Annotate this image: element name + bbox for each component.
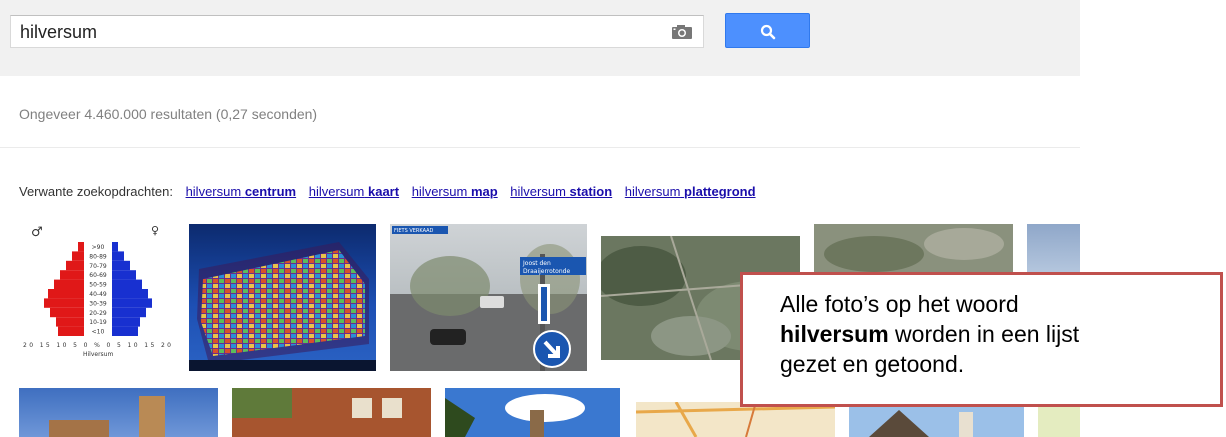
pyramid-age-label: 70-79 (89, 263, 107, 270)
svg-text:Draaijerrotonde: Draaijerrotonde (523, 268, 570, 275)
svg-text:20 15 10 5 0 % 0 5 10 15 20: 20 15 10 5 0 % 0 5 10 15 20 (23, 342, 171, 349)
image-map-partial[interactable] (1038, 402, 1080, 437)
pyramid-bar-female (112, 317, 140, 327)
pyramid-bar-male (48, 289, 84, 299)
pyramid-bar-male (50, 307, 84, 318)
camera-icon[interactable] (671, 24, 693, 40)
search-icon (760, 24, 776, 40)
pyramid-age-label: 40-49 (89, 291, 107, 298)
pyramid-bar-female (112, 242, 118, 252)
pyramid-bar-female (112, 251, 124, 261)
pyramid-age-label: 50-59 (89, 282, 107, 289)
svg-text:FIETS VERKAAD: FIETS VERKAAD (394, 228, 434, 234)
pyramid-bar-male (58, 326, 84, 336)
callout-line3: gezet en getoond. (780, 351, 965, 377)
svg-text:♀: ♀ (151, 224, 159, 237)
pyramid-age-label: 80-89 (89, 253, 107, 260)
related-link-centrum[interactable]: hilversum centrum (186, 184, 297, 199)
svg-text:Hilversum: Hilversum (83, 351, 113, 358)
pyramid-age-label: <10 (92, 329, 105, 336)
search-button[interactable] (725, 13, 810, 48)
image-sky-partial[interactable] (1027, 224, 1080, 274)
pyramid-bar-female (112, 298, 152, 308)
image-brick-building[interactable] (232, 388, 431, 437)
pyramid-bar-female (112, 289, 148, 299)
callout-line1: Alle foto’s op het woord (780, 291, 1019, 317)
pyramid-bar-male (72, 251, 84, 261)
svg-text:Joost den: Joost den (522, 260, 551, 267)
callout-keyword: hilversum (780, 321, 889, 347)
pyramid-bar-female (112, 307, 146, 318)
image-aerial-city[interactable] (814, 224, 1013, 274)
pyramid-age-label: 20-29 (89, 310, 107, 317)
image-population-pyramid[interactable]: ♂ ♀ >90 80-89 70-79 60-69 50-59 40-49 30-39 20-… (19, 222, 177, 370)
search-bar: hilversum (0, 0, 1080, 76)
pyramid-bar-female (112, 326, 138, 336)
callout-box: Alle foto’s op het woord hilversum worde… (740, 272, 1223, 407)
pyramid-bar-female (112, 270, 136, 280)
image-roundabout-sign[interactable]: Joost den Draaijerrotonde FIETS VERKAAD (390, 224, 587, 371)
related-link-station[interactable]: hilversum station (510, 184, 612, 199)
pyramid-bar-male (56, 317, 84, 327)
pyramid-bar-male (66, 260, 84, 271)
search-input[interactable]: hilversum (10, 15, 704, 48)
pyramid-age-label: 10-19 (89, 319, 107, 326)
callout-line2: hilversum worden in een lijst (780, 321, 1080, 347)
pyramid-bar-female (112, 279, 142, 289)
pyramid-bar-female (112, 260, 130, 271)
pyramid-age-label: >90 (92, 244, 105, 251)
pyramid-age-label: 60-69 (89, 272, 107, 279)
image-tower-clouds[interactable] (445, 388, 620, 437)
pyramid-bar-male (44, 298, 84, 308)
image-villa[interactable] (849, 402, 1024, 437)
pyramid-bar-male (78, 242, 84, 252)
image-street-map[interactable] (636, 402, 835, 437)
related-link-plattegrond[interactable]: hilversum plattegrond (625, 184, 756, 199)
result-stats: Ongeveer 4.460.000 resultaten (0,27 seco… (19, 106, 318, 122)
related-label: Verwante zoekopdrachten: (19, 184, 173, 199)
image-tower-1[interactable] (19, 388, 218, 437)
pyramid-bar-male (54, 279, 84, 289)
svg-text:♂: ♂ (31, 225, 43, 240)
related-searches: Verwante zoekopdrachten: hilversum centr… (19, 184, 756, 199)
pyramid-bar-male (60, 270, 84, 280)
search-query: hilversum (20, 22, 98, 42)
divider (0, 147, 1080, 148)
related-link-map[interactable]: hilversum map (412, 184, 498, 199)
related-link-kaart[interactable]: hilversum kaart (309, 184, 399, 199)
pyramid-age-label: 30-39 (89, 300, 107, 307)
image-glass-building[interactable] (189, 224, 376, 371)
